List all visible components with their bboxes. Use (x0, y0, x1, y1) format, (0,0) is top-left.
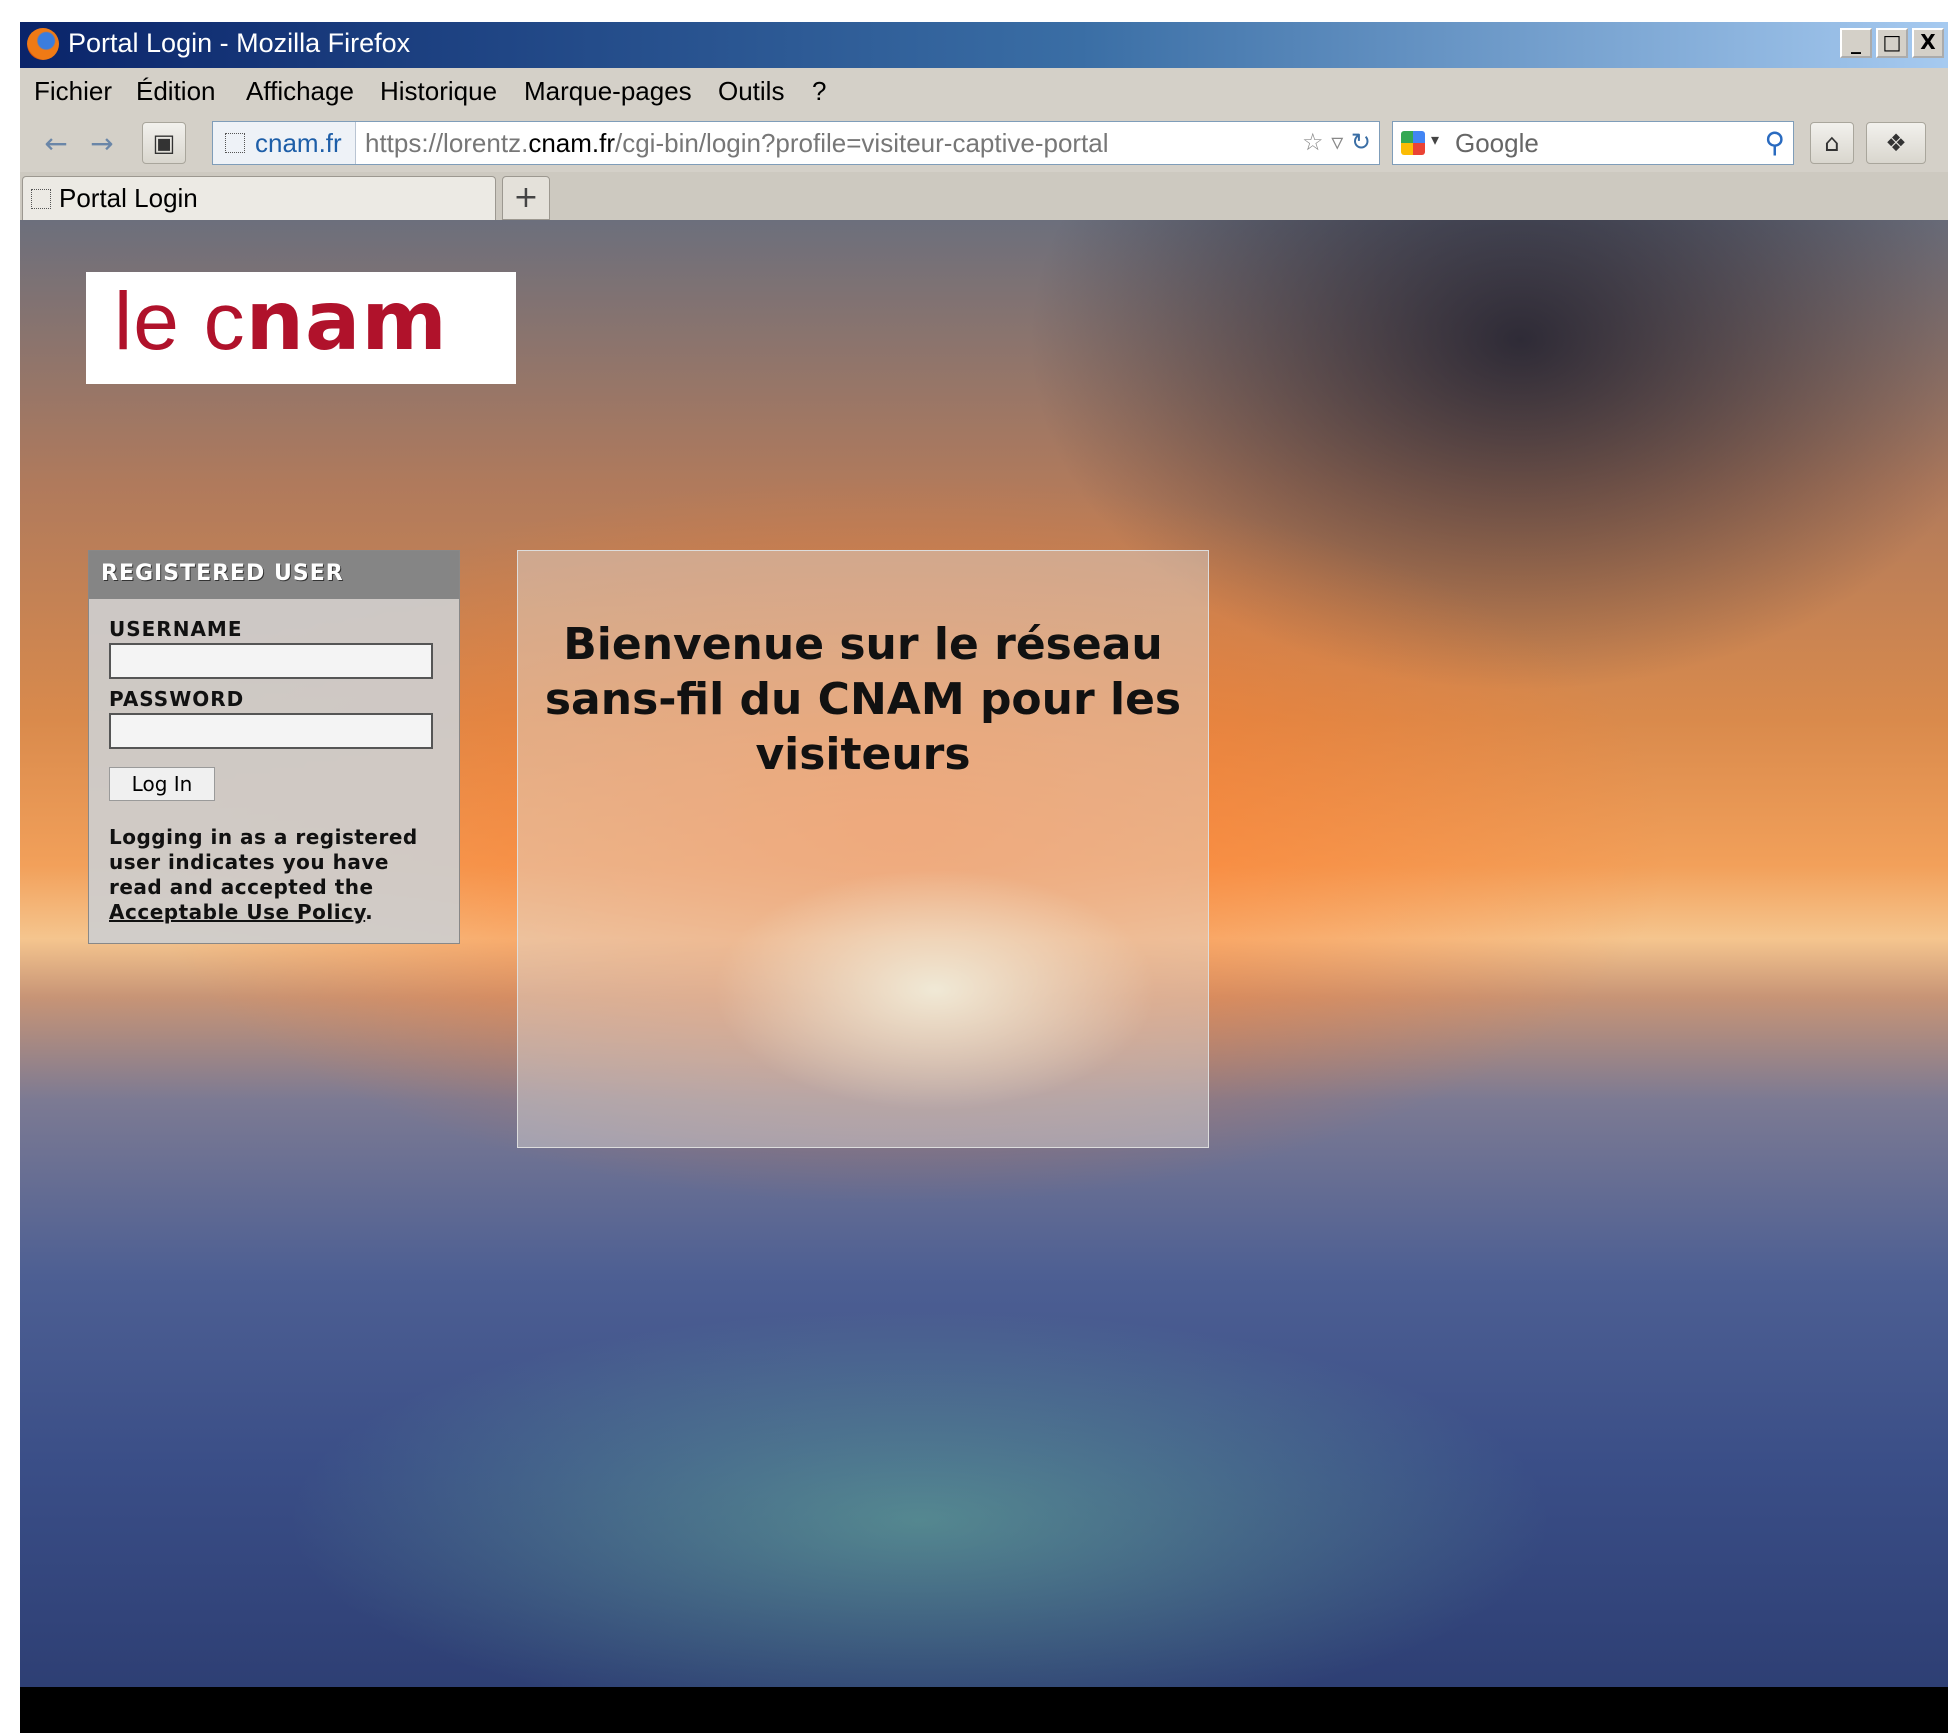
page-content: le cnam REGISTERED USER USERNAME PASSWOR… (20, 220, 1948, 1687)
site-identity-button[interactable]: cnam.fr (213, 122, 356, 164)
firefox-icon (27, 28, 59, 60)
policy-text: Logging in as a registered user indicate… (109, 825, 449, 925)
title-bar: Portal Login - Mozilla Firefox _ □ X (20, 22, 1948, 68)
browser-window: Portal Login - Mozilla Firefox _ □ X Fic… (20, 22, 1948, 1733)
menu-edition[interactable]: Édition (136, 76, 216, 107)
menu-help[interactable]: ? (812, 76, 826, 107)
policy-text-end: . (365, 900, 374, 924)
logo-bold: nam (245, 274, 448, 369)
site-identity-label: cnam.fr (255, 128, 342, 158)
username-input[interactable] (109, 643, 433, 679)
page-icon (225, 133, 245, 153)
tab-portal-login[interactable]: Portal Login (22, 176, 496, 220)
page-icon (31, 189, 51, 209)
cnam-logo: le cnam (86, 272, 516, 384)
minimize-button[interactable]: _ (1840, 28, 1872, 58)
dropdown-icon[interactable]: ▿ (1331, 128, 1343, 156)
login-button[interactable]: Log In (109, 767, 215, 801)
acceptable-use-policy-link[interactable]: Acceptable Use Policy (109, 900, 365, 924)
back-icon[interactable]: ← (36, 124, 76, 164)
policy-text-body: Logging in as a registered user indicate… (109, 825, 418, 899)
password-input[interactable] (109, 713, 433, 749)
bookmark-add-icon[interactable]: ▣ (142, 122, 186, 164)
status-bar (20, 1687, 1948, 1733)
forward-icon[interactable]: → (82, 124, 122, 164)
welcome-box: Bienvenue sur le réseau sans-fil du CNAM… (517, 550, 1209, 1148)
login-header: REGISTERED USER (89, 551, 459, 599)
login-header-text: REGISTERED USER (101, 561, 344, 586)
close-button[interactable]: X (1912, 28, 1944, 58)
url-text[interactable]: https://lorentz.cnam.fr/cgi-bin/login?pr… (365, 128, 1109, 159)
search-input[interactable]: Google (1455, 128, 1539, 159)
star-icon[interactable]: ☆ (1302, 128, 1324, 156)
url-path: /cgi-bin/login?profile=visiteur-captive-… (615, 128, 1109, 158)
menu-historique[interactable]: Historique (380, 76, 497, 107)
username-label: USERNAME (109, 617, 243, 641)
menu-marque-pages[interactable]: Marque-pages (524, 76, 692, 107)
url-bar[interactable]: cnam.fr https://lorentz.cnam.fr/cgi-bin/… (212, 121, 1380, 165)
addon-icon[interactable]: ❖ (1866, 122, 1926, 164)
search-engine-dropdown-icon[interactable]: ▾ (1431, 130, 1439, 149)
maximize-button[interactable]: □ (1876, 28, 1908, 58)
password-label: PASSWORD (109, 687, 245, 711)
tab-label: Portal Login (59, 183, 198, 213)
logo-light: le c (114, 276, 246, 367)
tab-bar: Portal Login + (20, 172, 1948, 221)
url-bar-icons: ☆ ▿ ↻ (1302, 128, 1371, 156)
logo-text: le cnam (114, 274, 448, 369)
home-icon[interactable]: ⌂ (1810, 122, 1854, 164)
window-title: Portal Login - Mozilla Firefox (68, 28, 411, 58)
new-tab-button[interactable]: + (502, 176, 550, 220)
google-icon[interactable] (1401, 131, 1425, 155)
login-panel: REGISTERED USER USERNAME PASSWORD Log In… (88, 550, 460, 944)
reload-icon[interactable]: ↻ (1351, 128, 1371, 156)
search-bar[interactable]: ▾ Google ⚲ (1392, 121, 1794, 165)
menu-fichier[interactable]: Fichier (34, 76, 112, 107)
search-icon[interactable]: ⚲ (1764, 126, 1785, 159)
menu-outils[interactable]: Outils (718, 76, 784, 107)
url-prefix: https://lorentz. (365, 128, 529, 158)
url-host: cnam.fr (528, 128, 615, 158)
menu-bar: Fichier Édition Affichage Historique Mar… (20, 68, 1948, 114)
menu-affichage[interactable]: Affichage (246, 76, 354, 107)
welcome-heading: Bienvenue sur le réseau sans-fil du CNAM… (544, 619, 1182, 780)
navigation-bar: ← → ▣ cnam.fr https://lorentz.cnam.fr/cg… (20, 114, 1948, 172)
